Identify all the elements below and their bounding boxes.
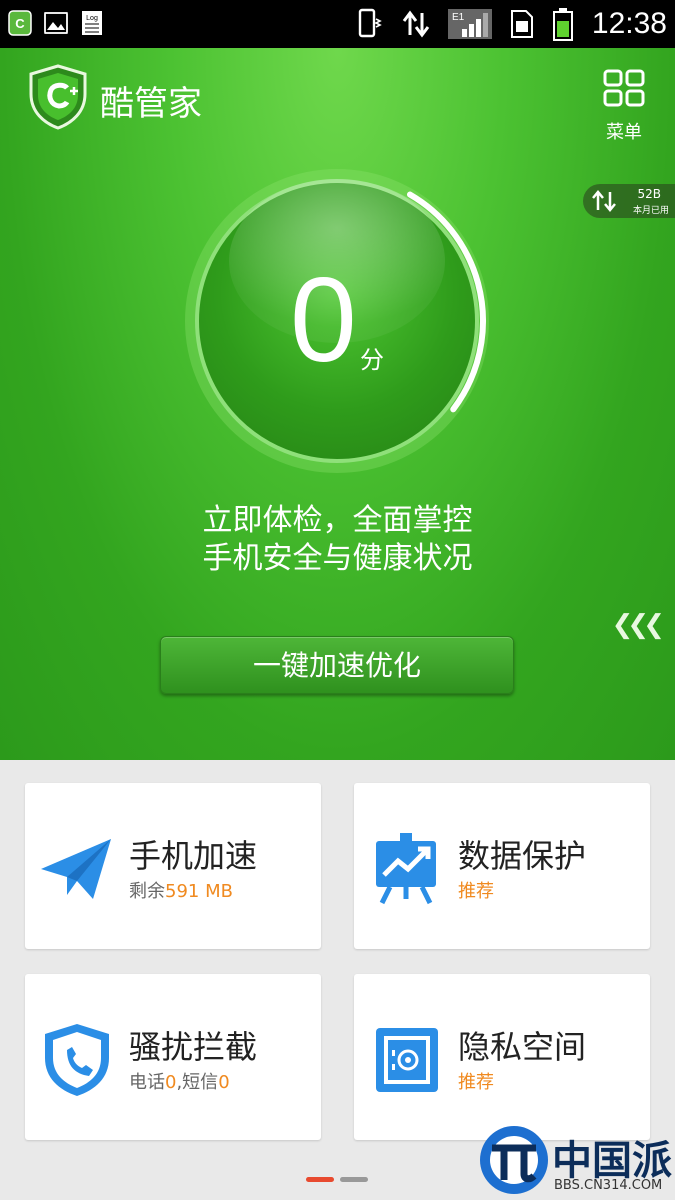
health-check-panel: 酷管家 菜单 52B 本月已用 0 分 立即体检，全面掌控 手机安全与健康状况 … bbox=[0, 48, 675, 760]
app-logo bbox=[28, 64, 88, 134]
traffic-widget[interactable]: 52B 本月已用 bbox=[583, 184, 675, 218]
signal-icon: E1 bbox=[447, 9, 492, 39]
page-dot-2[interactable] bbox=[340, 1177, 368, 1182]
log-label: Log bbox=[86, 15, 98, 22]
card-title: 隐私空间 bbox=[458, 1028, 587, 1066]
card-harassment-block[interactable]: 骚扰拦截 电话0,短信0 bbox=[25, 974, 321, 1140]
card-subtitle: 推荐 bbox=[458, 1072, 494, 1093]
sim-card-icon bbox=[510, 10, 533, 38]
app-notification-icon: C bbox=[8, 10, 32, 36]
grid-menu-icon bbox=[603, 69, 645, 107]
chart-board-icon bbox=[376, 833, 436, 905]
card-subtitle: 推荐 bbox=[458, 881, 494, 902]
vibrate-icon bbox=[358, 8, 382, 38]
tagline-line-1: 立即体检，全面掌控 bbox=[202, 503, 473, 538]
traffic-caption: 本月已用 bbox=[632, 206, 669, 216]
card-data-protection[interactable]: 数据保护 推荐 bbox=[354, 783, 650, 949]
battery-icon bbox=[552, 8, 573, 41]
site-watermark: 中国派 BBS.CN314.COM bbox=[474, 1122, 674, 1198]
health-tagline: 立即体检，全面掌控 手机安全与健康状况 bbox=[0, 502, 675, 578]
swipe-left-chevron-icon[interactable]: ❮❮❮ bbox=[612, 610, 665, 640]
app-title: 酷管家 bbox=[100, 84, 202, 124]
card-title: 骚扰拦截 bbox=[129, 1028, 258, 1066]
menu-label: 菜单 bbox=[606, 122, 642, 143]
watermark-logo-icon bbox=[480, 1126, 548, 1194]
score-value: 0 bbox=[290, 253, 357, 387]
data-transfer-icon bbox=[402, 10, 430, 38]
log-notification-icon: Log bbox=[82, 11, 102, 35]
safe-icon bbox=[376, 1028, 438, 1092]
card-title: 数据保护 bbox=[458, 837, 587, 875]
image-notification-icon bbox=[44, 12, 68, 34]
page-indicator bbox=[306, 1177, 368, 1182]
svg-text:C: C bbox=[15, 16, 25, 31]
card-private-space[interactable]: 隐私空间 推荐 bbox=[354, 974, 650, 1140]
tagline-line-2: 手机安全与健康状况 bbox=[202, 541, 473, 576]
one-key-boost-button[interactable]: 一键加速优化 bbox=[160, 636, 514, 694]
phone-shield-icon bbox=[45, 1024, 109, 1096]
shield-logo-icon bbox=[29, 64, 87, 130]
score-unit: 分 bbox=[360, 346, 384, 374]
card-phone-boost[interactable]: 手机加速 剩余591 MB bbox=[25, 783, 321, 949]
traffic-arrows-icon bbox=[592, 190, 616, 212]
paper-plane-icon bbox=[41, 839, 111, 899]
card-title: 手机加速 bbox=[129, 837, 258, 875]
menu-button[interactable]: 菜单 bbox=[599, 68, 649, 144]
traffic-value: 52B bbox=[637, 187, 661, 201]
card-subtitle: 电话0,短信0 bbox=[129, 1072, 230, 1093]
clock: 12:38 bbox=[591, 7, 667, 40]
card-subtitle: 剩余591 MB bbox=[129, 881, 233, 902]
page-dot-1[interactable] bbox=[306, 1177, 334, 1182]
status-bar: C Log E1 12:38 bbox=[0, 0, 675, 48]
network-type-label: E1 bbox=[452, 12, 465, 23]
score-gauge[interactable]: 0 分 bbox=[182, 166, 492, 476]
watermark-url: BBS.CN314.COM bbox=[554, 1178, 663, 1193]
